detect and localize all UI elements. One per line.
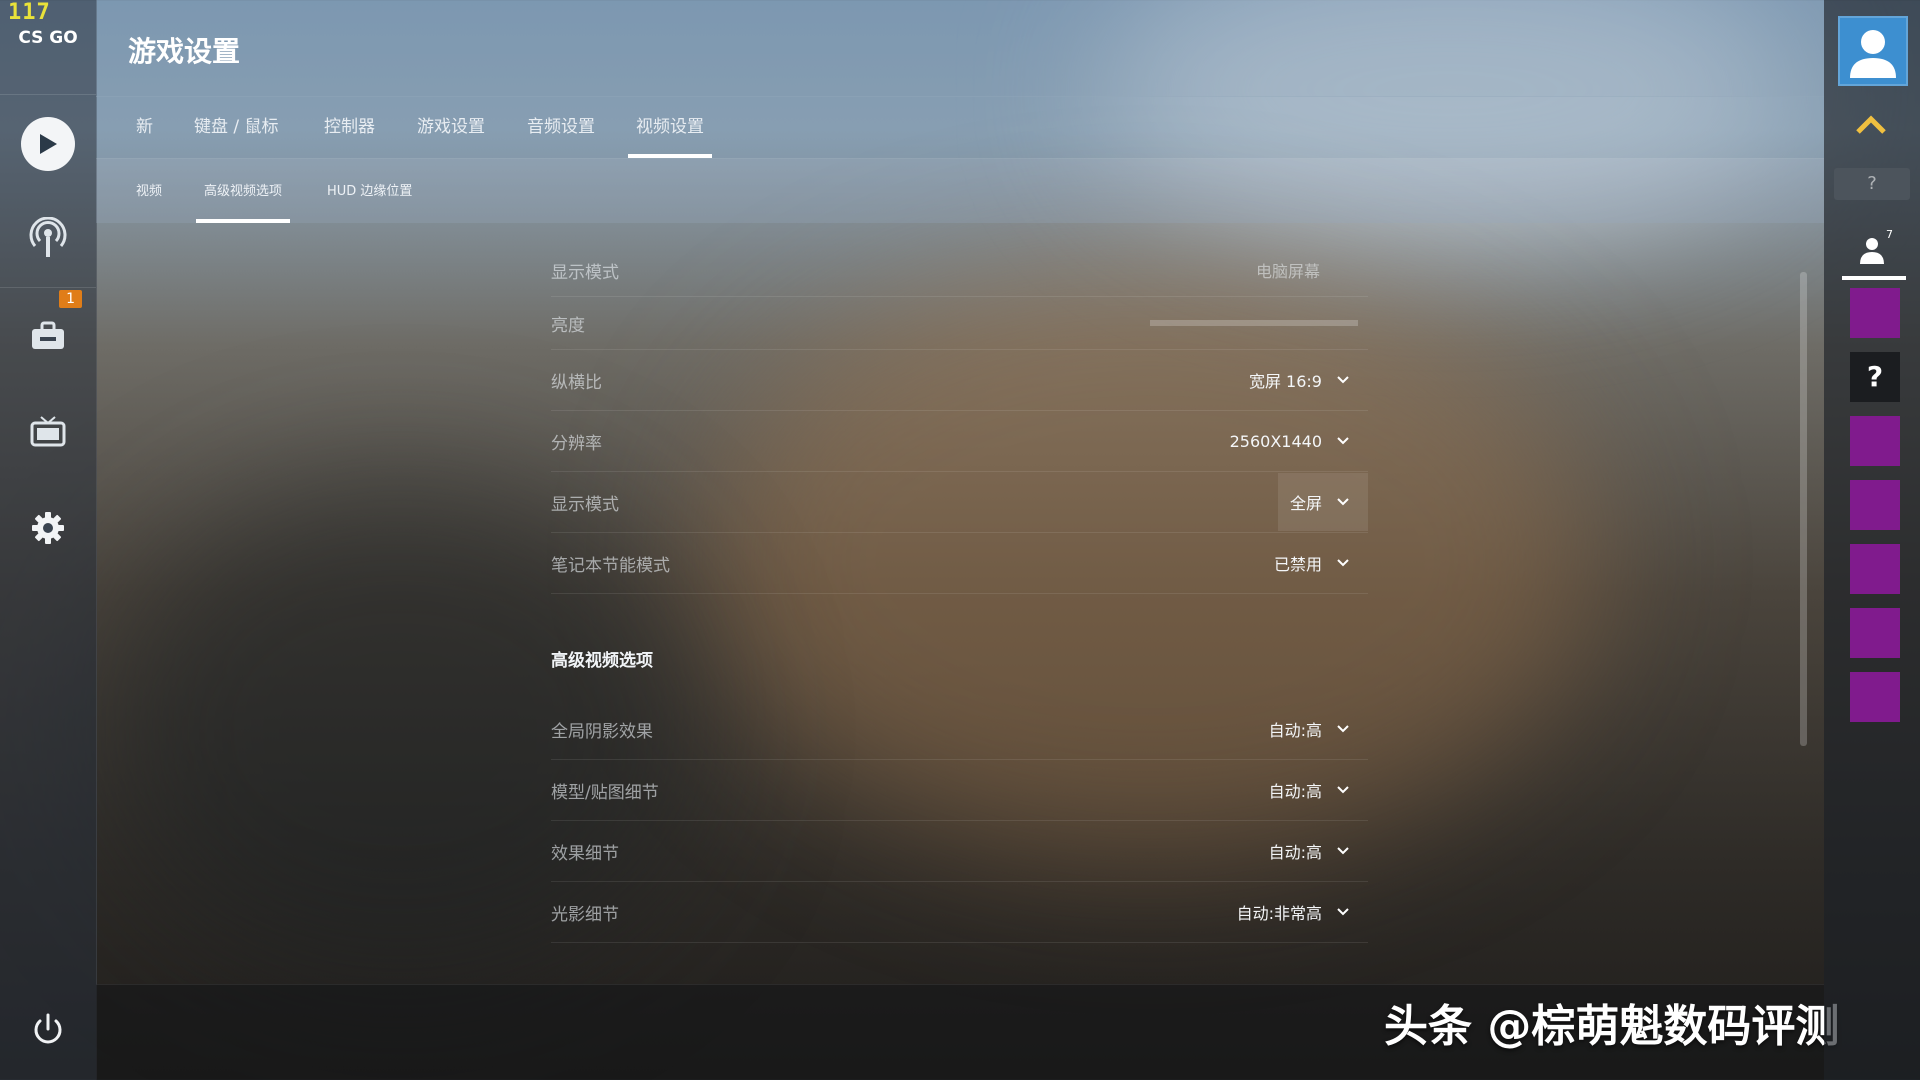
setting-label: 亮度 <box>551 315 585 336</box>
csgo-logo: CS GO <box>18 28 78 48</box>
play-icon <box>21 117 75 171</box>
setting-label: 纵横比 <box>551 372 602 393</box>
left-sidebar: CS GO 1 <box>0 0 97 1080</box>
chevron-down-icon <box>1337 498 1349 506</box>
setting-row-display-device: 显示模式 电脑屏幕 <box>551 244 1368 297</box>
setting-label: 显示模式 <box>551 262 619 283</box>
setting-row-resolution[interactable]: 分辨率 2560X1440 <box>551 411 1368 472</box>
dropdown-value: 自动:高 <box>1268 721 1322 740</box>
effects-dropdown[interactable]: 自动:高 <box>1269 839 1368 863</box>
help-button[interactable]: ? <box>1834 168 1910 200</box>
setting-row-laptop-power[interactable]: 笔记本节能模式 已禁用 <box>551 533 1368 594</box>
right-sidebar: ? 7 ? <box>1824 0 1920 1080</box>
friend-tile[interactable] <box>1850 480 1900 530</box>
friends-button[interactable]: 7 <box>1824 224 1920 284</box>
setting-row-shader[interactable]: 光影细节 自动:非常高 <box>551 882 1368 943</box>
broadcast-icon <box>29 217 67 257</box>
dropdown-value: 已禁用 <box>1273 555 1322 574</box>
shadow-dropdown[interactable]: 自动:高 <box>1269 717 1368 741</box>
watch-broadcast-button[interactable] <box>18 208 78 268</box>
setting-label: 分辨率 <box>551 433 602 454</box>
chevron-up-icon[interactable] <box>1854 114 1888 136</box>
setting-label: 光影细节 <box>551 904 619 925</box>
tab-game-settings[interactable]: 游戏设置 <box>417 96 485 158</box>
friend-tile[interactable] <box>1850 416 1900 466</box>
inventory-icon <box>32 321 64 349</box>
setting-value: 电脑屏幕 <box>1255 262 1320 281</box>
friend-tile[interactable] <box>1850 608 1900 658</box>
chevron-down-icon <box>1337 559 1349 567</box>
power-icon[interactable] <box>30 1012 66 1048</box>
laptop-power-dropdown[interactable]: 已禁用 <box>1274 551 1368 575</box>
rail-divider <box>0 287 96 288</box>
gear-icon <box>32 512 64 544</box>
setting-label: 笔记本节能模式 <box>551 555 670 576</box>
watermark: 头条 @棕萌魁数码评测 <box>1384 1001 1840 1052</box>
play-button[interactable] <box>18 114 78 174</box>
tv-icon <box>30 416 66 447</box>
rail-divider <box>0 94 96 95</box>
resolution-dropdown[interactable]: 2560X1440 <box>1230 432 1368 451</box>
page-header: 游戏设置 <box>96 0 1824 97</box>
setting-row-brightness: 亮度 <box>551 297 1368 350</box>
settings-button[interactable] <box>18 498 78 558</box>
aspect-ratio-dropdown[interactable]: 宽屏 16:9 <box>1249 368 1368 392</box>
section-title-advanced: 高级视频选项 <box>551 651 653 671</box>
chevron-down-icon <box>1337 786 1349 794</box>
chevron-down-icon <box>1337 725 1349 733</box>
settings-scrollbar[interactable] <box>1800 272 1807 746</box>
chevron-down-icon <box>1337 376 1349 384</box>
brightness-slider[interactable] <box>1150 320 1358 326</box>
friend-help-tile[interactable]: ? <box>1850 352 1900 402</box>
subtab-hud-edge[interactable]: HUD 边缘位置 <box>327 159 412 223</box>
setting-row-shadow[interactable]: 全局阴影效果 自动:高 <box>551 699 1368 760</box>
dropdown-value: 全屏 <box>1289 494 1322 513</box>
subtab-advanced-video[interactable]: 高级视频选项 <box>195 159 291 223</box>
chevron-down-icon <box>1337 908 1349 916</box>
setting-label: 效果细节 <box>551 843 619 864</box>
setting-label: 模型/贴图细节 <box>551 782 659 803</box>
user-icon <box>1850 30 1896 78</box>
model-texture-dropdown[interactable]: 自动:高 <box>1269 778 1368 802</box>
dropdown-value: 宽屏 16:9 <box>1248 372 1322 391</box>
inventory-badge: 1 <box>59 290 82 308</box>
chevron-down-icon <box>1337 847 1349 855</box>
shader-dropdown[interactable]: 自动:非常高 <box>1237 900 1368 924</box>
settings-list: 显示模式 电脑屏幕 亮度 纵横比 宽屏 16:9 分辨率 2560X1440 显… <box>551 244 1368 943</box>
fps-counter: 117 <box>8 0 51 25</box>
display-mode-dropdown[interactable]: 全屏 <box>1277 473 1368 531</box>
friend-tile[interactable] <box>1850 544 1900 594</box>
dropdown-value: 自动:高 <box>1268 843 1322 862</box>
setting-label: 全局阴影效果 <box>551 721 653 742</box>
inventory-button[interactable]: 1 <box>18 290 82 366</box>
setting-row-aspect-ratio[interactable]: 纵横比 宽屏 16:9 <box>551 350 1368 411</box>
dropdown-value: 自动:非常高 <box>1236 904 1322 923</box>
friend-tile[interactable] <box>1850 288 1900 338</box>
subtab-video[interactable]: 视频 <box>136 159 162 223</box>
page-title: 游戏设置 <box>128 35 241 68</box>
tab-audio-settings[interactable]: 音频设置 <box>527 96 595 158</box>
tv-button[interactable] <box>18 402 78 462</box>
tab-new[interactable]: 新 <box>136 96 153 158</box>
tab-keyboard-mouse[interactable]: 键盘 / 鼠标 <box>194 96 279 158</box>
setting-row-model-texture[interactable]: 模型/贴图细节 自动:高 <box>551 760 1368 821</box>
setting-label: 显示模式 <box>551 494 619 515</box>
tab-video-settings[interactable]: 视频设置 <box>628 96 712 158</box>
setting-row-display-mode[interactable]: 显示模式 全屏 <box>551 472 1368 533</box>
video-subtabs: 视频 高级视频选项 HUD 边缘位置 <box>96 159 1824 223</box>
dropdown-value: 2560X1440 <box>1229 431 1322 451</box>
friend-count: 7 <box>1886 228 1893 241</box>
friend-tile[interactable] <box>1850 672 1900 722</box>
chevron-down-icon <box>1337 437 1349 445</box>
tab-controller[interactable]: 控制器 <box>324 96 375 158</box>
avatar[interactable] <box>1838 16 1908 86</box>
settings-tabs: 新 键盘 / 鼠标 控制器 游戏设置 音频设置 视频设置 <box>96 96 1824 159</box>
setting-row-effects[interactable]: 效果细节 自动:高 <box>551 821 1368 882</box>
dropdown-value: 自动:高 <box>1268 782 1322 801</box>
friends-icon <box>1860 238 1884 264</box>
